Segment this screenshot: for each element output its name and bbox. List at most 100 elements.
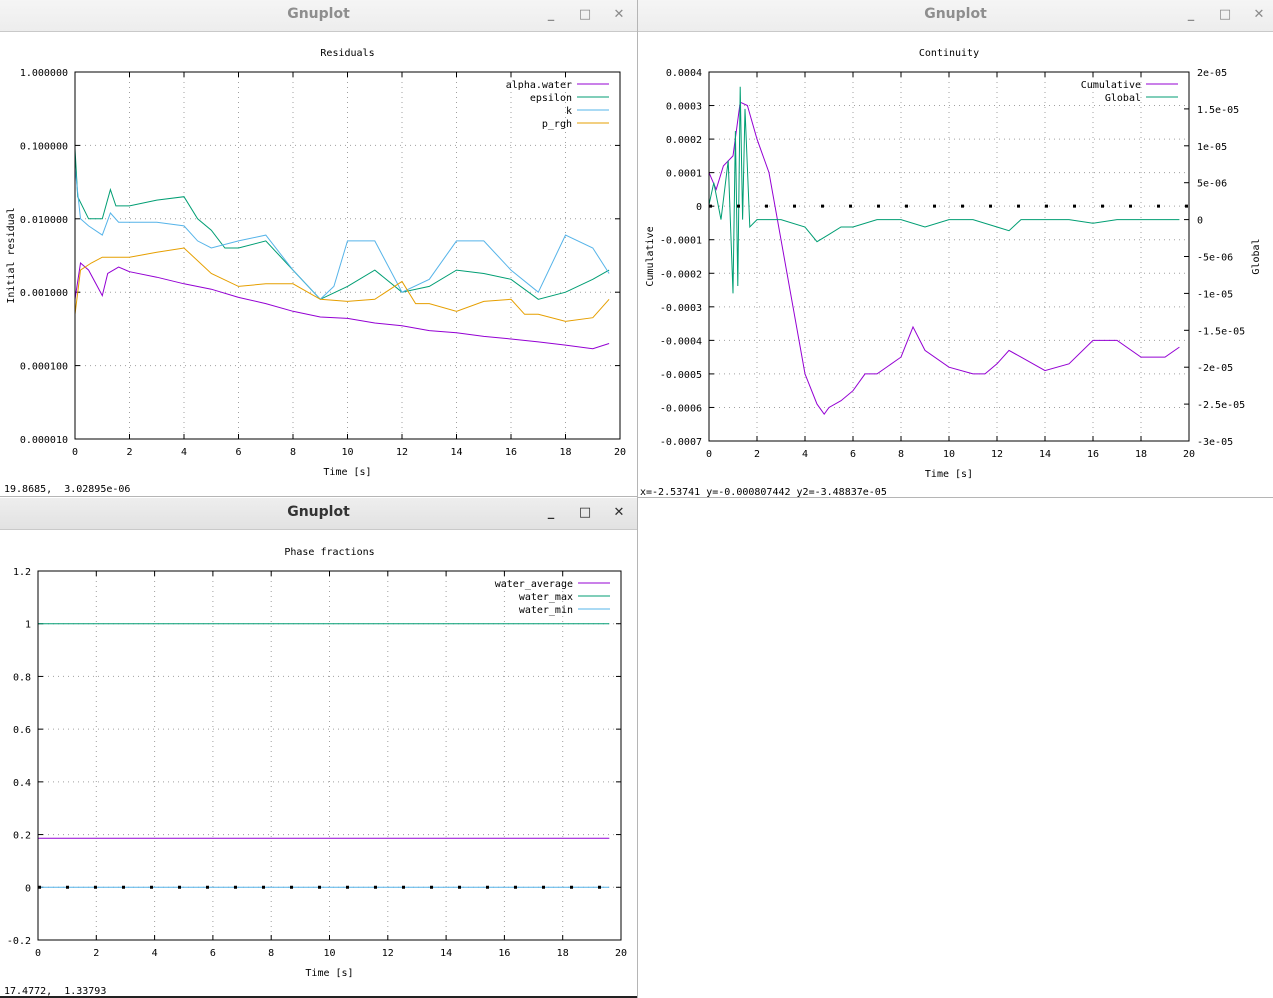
legend-label: alpha.water — [506, 80, 572, 91]
y2-tick-label: -2.5e-05 — [1197, 400, 1245, 411]
x-tick-label: 12 — [991, 449, 1003, 460]
y-tick-label: -0.0006 — [660, 403, 702, 414]
x-tick-label: 12 — [396, 447, 408, 458]
residuals-plot-canvas[interactable]: 0 2 4 6 8 10 12 14 16 18 20 0.000010 0.000100 0.00100… — [0, 32, 637, 496]
x-tick-label: 10 — [341, 447, 353, 458]
x-tick-label: 14 — [1039, 449, 1051, 460]
phase-window: Gnuplot _ □ ✕ 0 2 4 6 8 10 12 14 16 18 20 1.2 1 0.8 0.… — [0, 498, 637, 998]
y-tick-label: 0.6 — [13, 725, 31, 736]
y-tick-label: -0.2 — [7, 936, 31, 947]
x-axis-label: Time [s] — [305, 968, 353, 979]
y2-tick-label: 0 — [1197, 216, 1203, 227]
y-tick-label: -0.0002 — [660, 269, 702, 280]
y-tick-label: 0.0003 — [666, 102, 702, 113]
x-tick-label: 16 — [505, 447, 517, 458]
phase-chart: 0 2 4 6 8 10 12 14 16 18 20 1.2 1 0.8 0.6 0.4 0.2 0 -0.2 Ph… — [7, 547, 627, 979]
x-tick-label: 2 — [126, 447, 132, 458]
close-icon[interactable]: ✕ — [607, 502, 631, 524]
y2-tick-label: 5e-06 — [1197, 179, 1227, 190]
x-tick-label: 4 — [152, 948, 158, 959]
y2-tick-label: 1e-05 — [1197, 142, 1227, 153]
maximize-icon[interactable]: □ — [573, 502, 597, 524]
residuals-titlebar[interactable]: Gnuplot _ □ ✕ — [0, 0, 637, 32]
y-tick-label: -0.0004 — [660, 336, 702, 347]
legend-label: water_min — [519, 605, 573, 616]
x-tick-label: 16 — [498, 948, 510, 959]
x-tick-label: 8 — [268, 948, 274, 959]
x-tick-label: 20 — [615, 948, 627, 959]
y2-tick-label: -3e-05 — [1197, 437, 1233, 448]
y-axis-label: Cumulative — [645, 226, 656, 286]
y2-tick-label: -1.5e-05 — [1197, 326, 1245, 337]
y-tick-label: 0.000100 — [20, 362, 68, 373]
window-title: Gnuplot — [924, 6, 987, 22]
chart-title: Residuals — [320, 48, 374, 59]
x-axis-label: Time [s] — [925, 469, 973, 480]
y2-tick-label: 1.5e-05 — [1197, 105, 1239, 116]
series-line-cumulative — [708, 101, 1180, 416]
minimize-icon[interactable]: _ — [539, 502, 563, 524]
legend-label: p_rgh — [542, 119, 572, 130]
x-tick-label: 0 — [706, 449, 712, 460]
residuals-window: Gnuplot _ □ ✕ 0 2 4 6 8 10 12 14 16 18 20 0.000010 0… — [0, 0, 637, 496]
y-tick-label: 0.2 — [13, 831, 31, 842]
x-tick-label: 2 — [754, 449, 760, 460]
maximize-icon[interactable]: □ — [1213, 4, 1237, 26]
x-tick-label: 10 — [943, 449, 955, 460]
x-axis-label: Time [s] — [323, 467, 371, 478]
window-border — [638, 497, 1273, 498]
x-tick-label: 20 — [614, 447, 626, 458]
y-tick-label: 0.100000 — [20, 141, 68, 152]
y-tick-label: -0.0007 — [660, 437, 702, 448]
y-tick-label: 0.010000 — [20, 215, 68, 226]
x-tick-label: 6 — [850, 449, 856, 460]
phase-titlebar[interactable]: Gnuplot _ □ ✕ — [0, 498, 637, 530]
y-tick-label: 1 — [25, 620, 31, 631]
legend-label: water_average — [495, 579, 573, 590]
continuity-titlebar[interactable]: Gnuplot _ □ ✕ — [638, 0, 1273, 32]
x-tick-label: 16 — [1087, 449, 1099, 460]
x-tick-label: 14 — [440, 948, 452, 959]
maximize-icon[interactable]: □ — [573, 4, 597, 26]
y-axis-label: Initial residual — [6, 207, 17, 303]
mouse-coordinates-readout: 19.8685, 3.02895e-06 — [4, 484, 131, 495]
x-tick-label: 14 — [450, 447, 462, 458]
x-tick-label: 8 — [290, 447, 296, 458]
y-tick-label: 0 — [25, 883, 31, 894]
legend-label: water_max — [519, 592, 573, 603]
y2-tick-label: 2e-05 — [1197, 68, 1227, 79]
x-tick-label: 6 — [210, 948, 216, 959]
y-tick-label: -0.0003 — [660, 303, 702, 314]
series-line-k — [74, 167, 610, 301]
phase-plot-canvas[interactable]: 0 2 4 6 8 10 12 14 16 18 20 1.2 1 0.8 0.6 0.4 0.2 0 -0.2 Ph… — [0, 530, 637, 998]
x-tick-label: 6 — [235, 447, 241, 458]
series-line-alpha-water — [74, 262, 610, 350]
close-icon[interactable]: ✕ — [1247, 4, 1271, 26]
legend-label: k — [566, 106, 572, 117]
y-tick-label: 0.000010 — [20, 435, 68, 446]
x-tick-label: 18 — [557, 948, 569, 959]
x-tick-label: 8 — [898, 449, 904, 460]
y2-tick-label: -5e-06 — [1197, 253, 1233, 264]
close-icon[interactable]: ✕ — [607, 4, 631, 26]
residuals-chart: 0 2 4 6 8 10 12 14 16 18 20 0.000010 0.000100 0.00100… — [6, 48, 626, 478]
continuity-chart: 0 2 4 6 8 10 12 14 16 18 20 0.0004 0.0003 0.0002 0.000… — [645, 48, 1262, 480]
x-tick-label: 4 — [181, 447, 187, 458]
y-tick-label: -0.0005 — [660, 370, 702, 381]
x-tick-label: 0 — [72, 447, 78, 458]
x-tick-label: 0 — [35, 948, 41, 959]
minimize-icon[interactable]: _ — [1179, 4, 1203, 26]
minimize-icon[interactable]: _ — [539, 4, 563, 26]
y-tick-label: 1.2 — [13, 567, 31, 578]
y-tick-label: 0.0002 — [666, 135, 702, 146]
y2-tick-label: -1e-05 — [1197, 289, 1233, 300]
y-tick-label: 1.000000 — [20, 68, 68, 79]
window-border — [0, 496, 637, 497]
chart-title: Continuity — [919, 48, 979, 59]
x-tick-label: 18 — [1135, 449, 1147, 460]
y-tick-label: 0.8 — [13, 672, 31, 683]
y-tick-label: 0 — [696, 202, 702, 213]
y-tick-label: -0.0001 — [660, 236, 702, 247]
continuity-plot-canvas[interactable]: 0 2 4 6 8 10 12 14 16 18 20 0.0004 0.0003 0.0002 0.000… — [638, 32, 1273, 498]
x-tick-label: 10 — [323, 948, 335, 959]
